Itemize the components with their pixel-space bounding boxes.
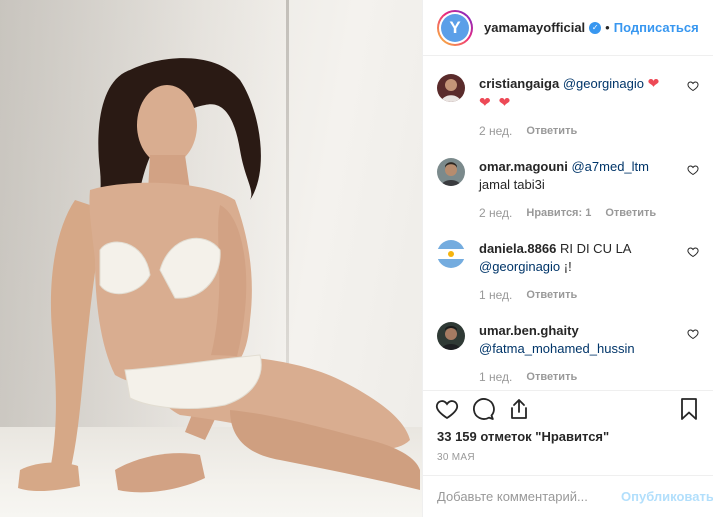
add-comment-input[interactable] (437, 489, 613, 504)
comment-username[interactable]: omar.magouni (479, 159, 568, 174)
author-avatar[interactable]: Y (437, 9, 473, 46)
commenter-avatar[interactable] (437, 158, 465, 186)
post-photo[interactable] (0, 0, 422, 517)
comment-reply-button[interactable]: Ответить (526, 368, 577, 386)
right-hand-shape (115, 453, 205, 493)
post-header: Y yamamayofficial ✓ • Подписаться (423, 0, 713, 56)
comment-item: umar.ben.ghaity @fatma_mohamed_hussin 1 … (437, 322, 699, 390)
comment-mention[interactable]: @a7med_ltm (571, 159, 649, 174)
post-modal: Y yamamayofficial ✓ • Подписаться cristi… (0, 0, 713, 517)
comment-meta: 1 нед. Ответить (479, 368, 677, 386)
comment-time[interactable]: 1 нед. (479, 368, 512, 386)
follow-button[interactable]: Подписаться (614, 20, 699, 35)
comment-time[interactable]: 2 нед. (479, 122, 512, 140)
comment-item: cristiangaiga @georginagio ❤ ❤ ❤ 2 нед. … (437, 74, 699, 158)
share-icon[interactable] (507, 397, 531, 421)
post-side-panel: Y yamamayofficial ✓ • Подписаться cristi… (422, 0, 713, 517)
comment-reply-button[interactable]: Ответить (526, 122, 577, 140)
author-avatar-logo: Y (441, 13, 469, 42)
comment-username[interactable]: umar.ben.ghaity (479, 323, 579, 338)
comment-icon[interactable] (471, 397, 495, 421)
comment-item: daniela.8866 RI DI CU LA @georginagio ¡!… (437, 240, 699, 322)
comments-list[interactable]: cristiangaiga @georginagio ❤ ❤ ❤ 2 нед. … (423, 56, 713, 390)
header-separator: • (605, 20, 610, 35)
face-shape (137, 85, 197, 165)
comment-meta: 1 нед. Ответить (479, 286, 677, 304)
commenter-avatar-image (437, 322, 465, 350)
commenter-avatar[interactable] (437, 74, 465, 102)
bookmark-icon[interactable] (677, 397, 701, 421)
commenter-avatar-image (437, 74, 465, 102)
photo-figure (18, 58, 420, 493)
post-actions-bar (423, 390, 713, 427)
author-username[interactable]: yamamayofficial (484, 20, 585, 35)
commenter-avatar[interactable] (437, 322, 465, 350)
comment-like-heart-icon[interactable] (687, 80, 699, 92)
comment-like-heart-icon[interactable] (687, 246, 699, 258)
comment-time[interactable]: 2 нед. (479, 204, 512, 222)
comment-mention[interactable]: @georginagio (563, 76, 644, 91)
left-hand-shape (18, 462, 80, 492)
post-date[interactable]: 30 МАЯ (423, 444, 713, 463)
comment-username[interactable]: cristiangaiga (479, 76, 559, 91)
comment-meta: 2 нед. Нравится: 1 Ответить (479, 204, 677, 222)
heart-icon[interactable] (435, 397, 459, 421)
commenter-avatar-image (437, 158, 465, 186)
argentina-flag-avatar-image (437, 240, 465, 268)
comment-mention[interactable]: @georginagio (479, 259, 560, 274)
comment-like-heart-icon[interactable] (687, 164, 699, 176)
comment-time[interactable]: 1 нед. (479, 286, 512, 304)
comment-meta: 2 нед. Ответить (479, 122, 677, 140)
comment-text: RI DI CU LA (559, 241, 631, 256)
comment-username[interactable]: daniela.8866 (479, 241, 556, 256)
comment-reply-button[interactable]: Ответить (526, 286, 577, 304)
comment-likes-count[interactable]: Нравится: 1 (526, 204, 591, 222)
comment-mention[interactable]: @fatma_mohamed_hussin (479, 341, 635, 356)
comment-item: omar.magouni @a7med_ltm jamal tabi3i 2 н… (437, 158, 699, 240)
publish-button[interactable]: Опубликовать (621, 489, 713, 504)
commenter-avatar[interactable] (437, 240, 465, 268)
comment-reply-button[interactable]: Ответить (605, 204, 656, 222)
verified-badge-icon: ✓ (589, 21, 602, 34)
likes-count[interactable]: 33 159 отметок "Нравится" (423, 427, 713, 444)
comment-like-heart-icon[interactable] (687, 328, 699, 340)
comment-text-end: ¡! (563, 259, 572, 274)
comment-text: jamal tabi3i (479, 177, 545, 192)
add-comment-section: Опубликовать (423, 475, 713, 517)
